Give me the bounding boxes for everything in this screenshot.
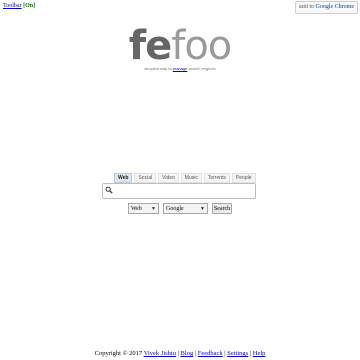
add-to-label: add to bbox=[298, 4, 314, 10]
google-chrome-label: Google Chrome bbox=[315, 4, 355, 10]
tagline: simplest way to manage search engines bbox=[0, 66, 360, 71]
toolbar-link[interactable]: Toolbar bbox=[3, 3, 22, 9]
search-category-tabs: Web Social Video Music Torrents People bbox=[114, 173, 256, 183]
search-type-select[interactable]: Web ▼ bbox=[128, 203, 159, 214]
tagline-manage-link[interactable]: manage bbox=[173, 66, 187, 71]
search-button[interactable]: Search bbox=[212, 203, 232, 214]
logo-part-fe: fe bbox=[128, 23, 173, 69]
tab-people[interactable]: People bbox=[231, 173, 256, 183]
footer-link-author[interactable]: Vivek Jishtu bbox=[144, 350, 176, 357]
fefoo-logo: fefoo bbox=[0, 22, 360, 70]
footer-link-settings[interactable]: Settings bbox=[227, 350, 248, 357]
tab-video[interactable]: Video bbox=[158, 173, 179, 183]
footer-link-help[interactable]: Help bbox=[253, 350, 266, 357]
footer-link-feedback[interactable]: Feedback bbox=[198, 350, 223, 357]
search-type-value: Web bbox=[131, 206, 142, 212]
tagline-after: search engines bbox=[188, 66, 216, 71]
search-engine-select[interactable]: Google ▼ bbox=[163, 203, 208, 214]
toolbar-status: [On] bbox=[23, 3, 36, 9]
tab-social[interactable]: Social bbox=[134, 173, 157, 183]
search-input[interactable] bbox=[112, 186, 252, 196]
chevron-down-icon: ▼ bbox=[151, 207, 156, 212]
logo-part-foo: foo bbox=[171, 23, 232, 69]
footer: Copyright © 2017 Vivek Jishtu | Blog | F… bbox=[0, 350, 360, 357]
search-box bbox=[102, 183, 256, 199]
add-to-chrome-button[interactable]: add to Google Chrome bbox=[294, 1, 358, 14]
tab-music[interactable]: Music bbox=[180, 173, 202, 183]
search-engine-value: Google bbox=[166, 206, 184, 212]
chevron-down-icon: ▼ bbox=[200, 207, 205, 212]
tab-web[interactable]: Web bbox=[114, 173, 133, 183]
toolbar-toggle[interactable]: Toolbar [On] bbox=[3, 3, 35, 9]
copyright-text: Copyright © 2017 bbox=[94, 350, 143, 357]
tab-torrents[interactable]: Torrents bbox=[203, 173, 230, 183]
footer-link-blog[interactable]: Blog bbox=[181, 350, 194, 357]
tagline-before: simplest way to bbox=[144, 66, 172, 71]
